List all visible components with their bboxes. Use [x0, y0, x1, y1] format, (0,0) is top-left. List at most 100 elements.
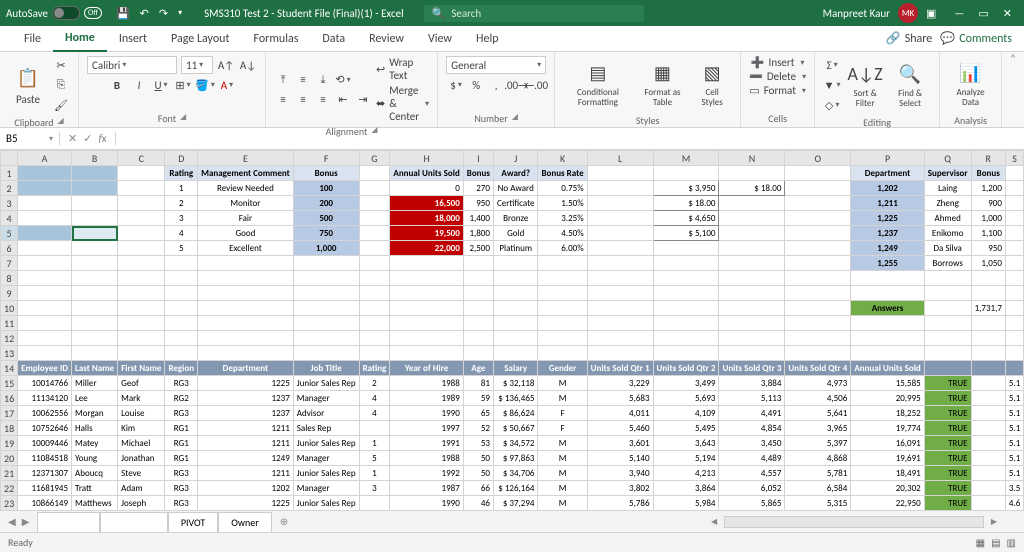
- cell[interactable]: 4.50%: [538, 226, 587, 241]
- cell[interactable]: 3,864: [653, 481, 719, 496]
- format-painter-icon[interactable]: 🖌: [52, 96, 70, 114]
- cell[interactable]: 5.1: [1005, 451, 1023, 466]
- conditional-formatting-button[interactable]: ▤Conditional Formatting: [563, 56, 633, 112]
- cell[interactable]: 19,774: [851, 421, 924, 436]
- collapse-ribbon-icon[interactable]: ˄: [1002, 52, 1024, 127]
- cell[interactable]: [924, 271, 971, 286]
- cell[interactable]: [198, 286, 294, 301]
- cell[interactable]: [587, 181, 653, 196]
- cell[interactable]: [785, 331, 851, 346]
- cell[interactable]: 950: [971, 241, 1005, 256]
- cell[interactable]: 0: [390, 181, 463, 196]
- cell[interactable]: $ 86,624: [493, 406, 538, 421]
- cell[interactable]: [359, 211, 390, 226]
- cell[interactable]: [493, 331, 538, 346]
- cell[interactable]: [851, 286, 924, 301]
- row-header[interactable]: 7: [1, 256, 18, 271]
- cell[interactable]: [1005, 211, 1023, 226]
- cell[interactable]: 19,691: [851, 451, 924, 466]
- row-header[interactable]: 14: [1, 361, 18, 376]
- copy-icon[interactable]: ⎘: [52, 76, 70, 94]
- cell[interactable]: 10062556: [18, 406, 72, 421]
- cell[interactable]: 11681945: [18, 481, 72, 496]
- cell[interactable]: [18, 271, 72, 286]
- align-left-icon[interactable]: ≡: [274, 91, 292, 109]
- cell[interactable]: 3,884: [719, 376, 785, 391]
- cell[interactable]: 1997: [390, 421, 463, 436]
- share-button[interactable]: 🔗Share: [886, 31, 933, 46]
- cell[interactable]: [653, 331, 719, 346]
- cell[interactable]: [1005, 271, 1023, 286]
- cell[interactable]: 1988: [390, 376, 463, 391]
- cell[interactable]: [587, 331, 653, 346]
- cell[interactable]: 5,397: [785, 436, 851, 451]
- cell[interactable]: [72, 211, 118, 226]
- col-header[interactable]: Q: [924, 151, 971, 166]
- cell[interactable]: Award?: [493, 166, 538, 181]
- row-header[interactable]: 22: [1, 481, 18, 496]
- tab-page-layout[interactable]: Page Layout: [159, 26, 241, 52]
- cell[interactable]: [293, 301, 359, 316]
- clipboard-launcher-icon[interactable]: ◢: [57, 116, 63, 129]
- tab-formulas[interactable]: Formulas: [241, 26, 310, 52]
- cell[interactable]: [785, 271, 851, 286]
- cell[interactable]: 19,500: [390, 226, 463, 241]
- cell[interactable]: [785, 166, 851, 181]
- cell[interactable]: Young: [72, 451, 118, 466]
- sheet-nav-next-icon[interactable]: ▶: [22, 515, 30, 528]
- cell[interactable]: 6,584: [785, 481, 851, 496]
- cell[interactable]: $ 37,294: [493, 496, 538, 511]
- cell[interactable]: 1211: [198, 421, 294, 436]
- cell[interactable]: 1,000: [971, 211, 1005, 226]
- cell[interactable]: 0.75%: [538, 181, 587, 196]
- cell[interactable]: [72, 166, 118, 181]
- cell[interactable]: Junior Sales Rep: [293, 376, 359, 391]
- wrap-text-button[interactable]: ↩Wrap Text: [376, 56, 429, 82]
- cell[interactable]: [359, 346, 390, 361]
- row-header[interactable]: 5: [1, 226, 18, 241]
- cell[interactable]: [785, 211, 851, 226]
- cell[interactable]: Borrows: [924, 256, 971, 271]
- cell[interactable]: 1249: [198, 451, 294, 466]
- row-header[interactable]: 15: [1, 376, 18, 391]
- cell[interactable]: 5.1: [1005, 436, 1023, 451]
- cell[interactable]: [785, 241, 851, 256]
- increase-indent-icon[interactable]: ⇥: [354, 91, 372, 109]
- cell[interactable]: Units Sold Qtr 1: [587, 361, 653, 376]
- cell[interactable]: [293, 271, 359, 286]
- cell[interactable]: 1: [165, 181, 198, 196]
- horizontal-scrollbar[interactable]: [724, 516, 984, 528]
- cell[interactable]: 4: [359, 406, 390, 421]
- cell[interactable]: Gender: [538, 361, 587, 376]
- cell[interactable]: 5,641: [785, 406, 851, 421]
- cell[interactable]: [719, 331, 785, 346]
- cell[interactable]: [971, 406, 1005, 421]
- cell[interactable]: [653, 301, 719, 316]
- autosum-icon[interactable]: Σ▾: [823, 56, 841, 74]
- cell[interactable]: [165, 271, 198, 286]
- cell[interactable]: [924, 301, 971, 316]
- cell[interactable]: 750: [293, 226, 359, 241]
- cell[interactable]: [18, 286, 72, 301]
- cell[interactable]: [463, 286, 493, 301]
- cell[interactable]: [653, 256, 719, 271]
- cell[interactable]: [587, 286, 653, 301]
- cell[interactable]: M: [538, 466, 587, 481]
- page-break-view-icon[interactable]: ▥: [1007, 536, 1016, 549]
- font-launcher-icon[interactable]: ◢: [180, 112, 186, 125]
- cell[interactable]: [587, 226, 653, 241]
- cell[interactable]: [587, 316, 653, 331]
- cell[interactable]: 3,940: [587, 466, 653, 481]
- cell[interactable]: [971, 346, 1005, 361]
- cell[interactable]: Supervisor: [924, 166, 971, 181]
- tab-review[interactable]: Review: [357, 26, 416, 52]
- cell[interactable]: [18, 331, 72, 346]
- cell[interactable]: 270: [463, 181, 493, 196]
- cell[interactable]: [293, 346, 359, 361]
- cell[interactable]: M: [538, 436, 587, 451]
- cell[interactable]: [18, 166, 72, 181]
- cell[interactable]: 10009446: [18, 436, 72, 451]
- fill-color-icon[interactable]: 🪣▾: [196, 76, 214, 94]
- cell[interactable]: Good: [198, 226, 294, 241]
- cell[interactable]: 15,585: [851, 376, 924, 391]
